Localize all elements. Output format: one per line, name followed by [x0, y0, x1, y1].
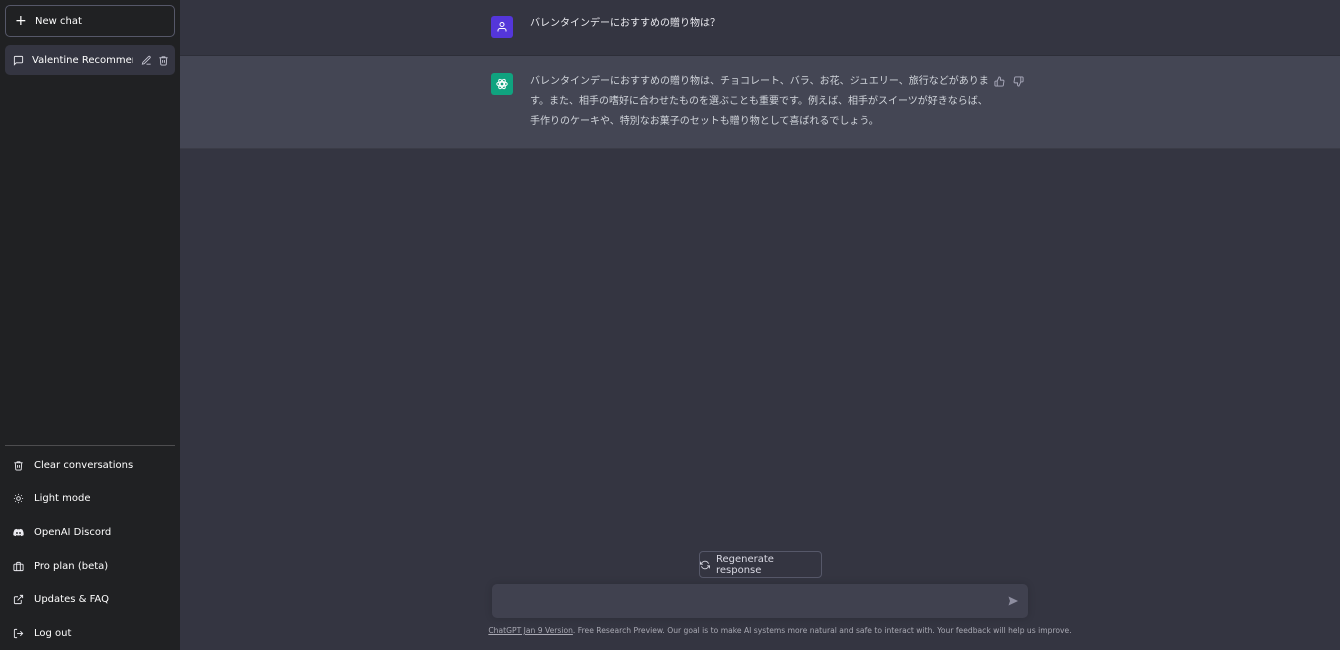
- openai-discord-label: OpenAI Discord: [34, 526, 112, 538]
- thumbs-down-icon[interactable]: [1013, 76, 1024, 87]
- external-link-icon: [13, 594, 24, 605]
- user-icon: [496, 21, 508, 33]
- clear-conversations-link[interactable]: Clear conversations: [5, 448, 175, 482]
- message-feedback: [994, 76, 1024, 87]
- assistant-message-text: バレンタインデーにおすすめの贈り物は、チョコレート、バラ、お花、ジュエリー、旅行…: [530, 76, 989, 127]
- delete-icon[interactable]: [158, 55, 169, 66]
- sidebar-divider: [5, 445, 175, 447]
- sun-icon: [13, 493, 24, 504]
- send-icon[interactable]: [1007, 595, 1019, 607]
- new-chat-label: New chat: [35, 15, 82, 27]
- updates-faq-label: Updates & FAQ: [34, 594, 109, 606]
- clear-conversations-label: Clear conversations: [34, 459, 134, 471]
- footer-text: . Free Research Preview. Our goal is to …: [572, 626, 1072, 635]
- discord-icon: [13, 527, 24, 538]
- sidebar: + New chat Valentine Recommende Clear co…: [0, 0, 180, 650]
- new-chat-button[interactable]: + New chat: [5, 5, 175, 37]
- sidebar-chat-item[interactable]: Valentine Recommende: [5, 45, 175, 75]
- user-message-text: バレンタインデーにおすすめの贈り物は？: [530, 18, 720, 29]
- message-input[interactable]: [504, 592, 994, 610]
- thumbs-up-icon[interactable]: [994, 76, 1005, 87]
- log-out-label: Log out: [34, 627, 72, 639]
- message-composer: [492, 584, 1028, 618]
- footer-disclaimer: ChatGPT Jan 9 Version. Free Research Pre…: [380, 626, 1180, 635]
- updates-faq-link[interactable]: Updates & FAQ: [5, 583, 175, 617]
- briefcase-icon: [13, 561, 24, 572]
- log-out-link[interactable]: Log out: [5, 616, 175, 650]
- sidebar-chat-label: Valentine Recommende: [32, 54, 133, 66]
- chat-main: バレンタインデーにおすすめの贈り物は？ バレンタインデーにおすすめの贈り物は、チ…: [180, 0, 1340, 650]
- openai-discord-link[interactable]: OpenAI Discord: [5, 516, 175, 550]
- edit-icon[interactable]: [141, 55, 152, 66]
- version-link[interactable]: ChatGPT Jan 9 Version: [488, 626, 573, 635]
- regenerate-response-label: Regenerate response: [716, 553, 774, 576]
- regenerate-response-button[interactable]: Regenerate response: [699, 551, 822, 578]
- assistant-avatar: [491, 73, 513, 95]
- light-mode-link[interactable]: Light mode: [5, 482, 175, 516]
- user-message-row: バレンタインデーにおすすめの贈り物は？: [180, 0, 1340, 56]
- refresh-icon: [700, 560, 710, 570]
- plus-icon: +: [15, 13, 27, 29]
- pro-plan-link[interactable]: Pro plan (beta): [5, 549, 175, 583]
- chat-bubble-icon: [13, 55, 24, 66]
- openai-logo-icon: [495, 77, 509, 91]
- user-avatar: [491, 16, 513, 38]
- logout-icon: [13, 628, 24, 639]
- pro-plan-label: Pro plan (beta): [34, 560, 109, 572]
- trash-icon: [13, 460, 24, 471]
- assistant-message-row: バレンタインデーにおすすめの贈り物は、チョコレート、バラ、お花、ジュエリー、旅行…: [180, 56, 1340, 149]
- light-mode-label: Light mode: [34, 493, 91, 505]
